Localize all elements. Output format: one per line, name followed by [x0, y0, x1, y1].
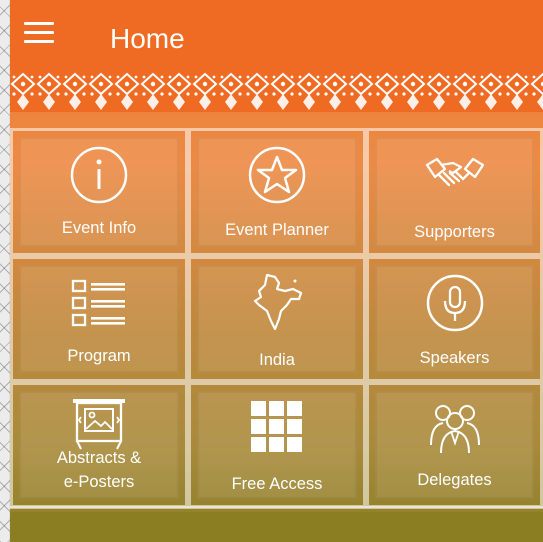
tile-label-line2: e-Posters — [63, 473, 135, 491]
star-icon — [248, 146, 306, 204]
tile-program[interactable]: Program — [10, 256, 188, 382]
divider — [10, 506, 543, 509]
tile-event-planner[interactable]: Event Planner — [188, 128, 366, 256]
tile-label: India — [259, 351, 295, 369]
tile-label: Event Info — [61, 219, 137, 237]
decorative-border — [10, 72, 543, 112]
info-icon — [70, 146, 128, 204]
tile-label: Speakers — [419, 349, 490, 367]
footer-bar — [10, 512, 543, 542]
list-icon — [71, 279, 125, 327]
tile-delegates[interactable]: Delegates — [366, 382, 543, 508]
home-menu-grid: Event Info Event Planner Supporters Prog… — [10, 128, 543, 508]
tile-india[interactable]: India — [188, 256, 366, 382]
app-screen: Home Event Info Event Planner Supporters… — [10, 0, 543, 542]
tile-label: Supporters — [414, 223, 495, 241]
tile-abstracts-e-posters[interactable]: Abstracts & e-Posters — [10, 382, 188, 508]
handshake-icon — [425, 157, 484, 187]
tile-label: Abstracts & — [56, 449, 142, 467]
page-title: Home — [110, 23, 185, 54]
microphone-icon — [426, 274, 483, 332]
people-icon — [429, 405, 480, 454]
tile-label: Program — [67, 347, 131, 365]
tile-label: Delegates — [417, 471, 492, 489]
grid-icon — [251, 401, 302, 452]
india-map-icon — [253, 273, 303, 331]
tile-free-access[interactable]: Free Access — [188, 382, 366, 508]
app-header: Home — [10, 0, 543, 72]
menu-icon[interactable] — [24, 22, 54, 48]
tile-event-info[interactable]: Event Info — [10, 128, 188, 256]
tile-label: Free Access — [231, 475, 323, 493]
tile-speakers[interactable]: Speakers — [366, 256, 543, 382]
tile-label: Event Planner — [225, 221, 329, 239]
tile-supporters[interactable]: Supporters — [366, 128, 543, 256]
